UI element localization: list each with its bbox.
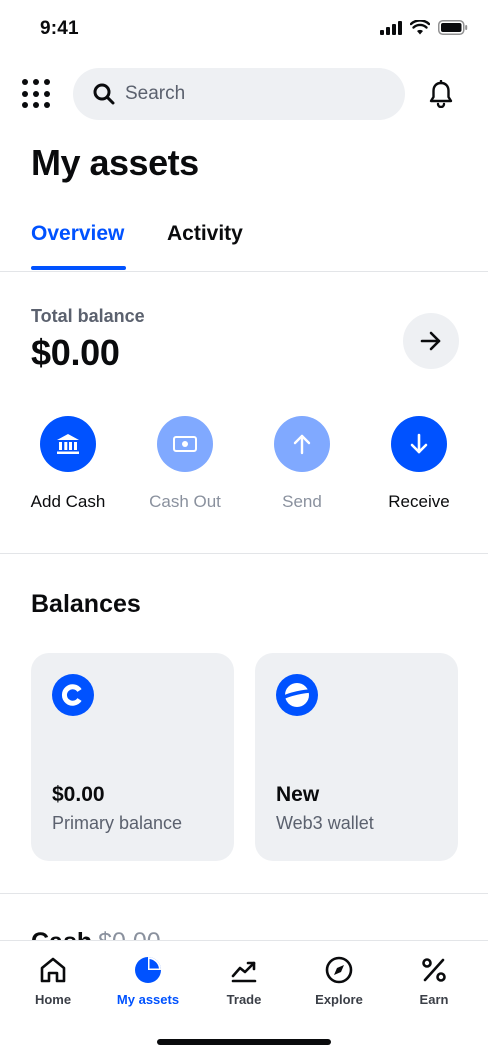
receive-label: Receive [388,492,450,511]
send-circle[interactable] [274,416,330,472]
nav-home-label: Home [34,992,72,1007]
nav-trade-label: Trade [226,992,262,1007]
receive-circle[interactable] [391,416,447,472]
tab-overview[interactable]: Overview [31,222,124,246]
nav-trade[interactable]: Trade [196,955,292,1007]
web3-wallet-card[interactable]: New Web3 wallet [255,653,458,861]
wifi-icon [410,20,430,35]
coinbase-icon [52,674,94,716]
status-time: 9:41 [40,18,79,39]
arrow-right-icon [420,331,441,351]
home-indicator [157,1039,331,1045]
signal-icon [380,20,402,35]
send-button[interactable]: Send [242,416,362,512]
percent-icon [422,958,446,982]
status-icons [380,20,468,35]
cash-out-label: Cash Out [149,492,221,511]
nav-my-assets-label: My assets [116,992,180,1007]
balances-divider [0,893,488,894]
cash-out-circle[interactable] [157,416,213,472]
nav-earn[interactable]: Earn [386,955,482,1007]
cash-out-button[interactable]: Cash Out [125,416,245,512]
tab-activity[interactable]: Activity [167,222,243,246]
planet-icon [276,674,318,716]
cash-icon [173,436,197,452]
nav-my-assets[interactable]: My assets [100,955,196,1007]
total-balance-value: $0.00 [31,332,120,373]
primary-balance-card[interactable]: $0.00 Primary balance [31,653,234,861]
nav-home[interactable]: Home [5,955,101,1007]
receive-button[interactable]: Receive [359,416,479,512]
add-cash-label: Add Cash [30,492,106,511]
page-title: My assets [31,142,199,183]
nav-earn-label: Earn [419,992,449,1007]
nav-explore[interactable]: Explore [291,955,387,1007]
arrow-down-icon [410,433,428,454]
battery-icon [438,20,468,35]
add-cash-button[interactable]: Add Cash [8,416,128,512]
pie-chart-icon [135,957,161,983]
bank-icon [57,434,79,454]
nav-explore-label: Explore [315,992,363,1007]
tabs-divider [0,271,488,272]
primary-balance-value: $0.00 [52,783,105,806]
home-icon [40,957,66,983]
actions-divider [0,553,488,554]
search-icon [93,83,115,105]
bell-icon[interactable] [428,80,454,108]
add-cash-circle[interactable] [40,416,96,472]
apps-grid-icon[interactable] [22,79,52,109]
trend-icon [231,961,257,983]
send-label: Send [282,492,322,511]
arrow-up-icon [293,434,311,455]
search-placeholder: Search [125,83,186,104]
web3-wallet-value: New [276,783,320,806]
web3-wallet-label: Web3 wallet [276,813,374,833]
tab-active-indicator [31,266,126,270]
search-input[interactable]: Search [73,68,405,120]
primary-balance-label: Primary balance [52,813,183,833]
balance-details-button[interactable] [403,313,459,369]
compass-icon [325,956,353,984]
total-balance-label: Total balance [31,306,145,326]
balances-title: Balances [31,590,141,618]
